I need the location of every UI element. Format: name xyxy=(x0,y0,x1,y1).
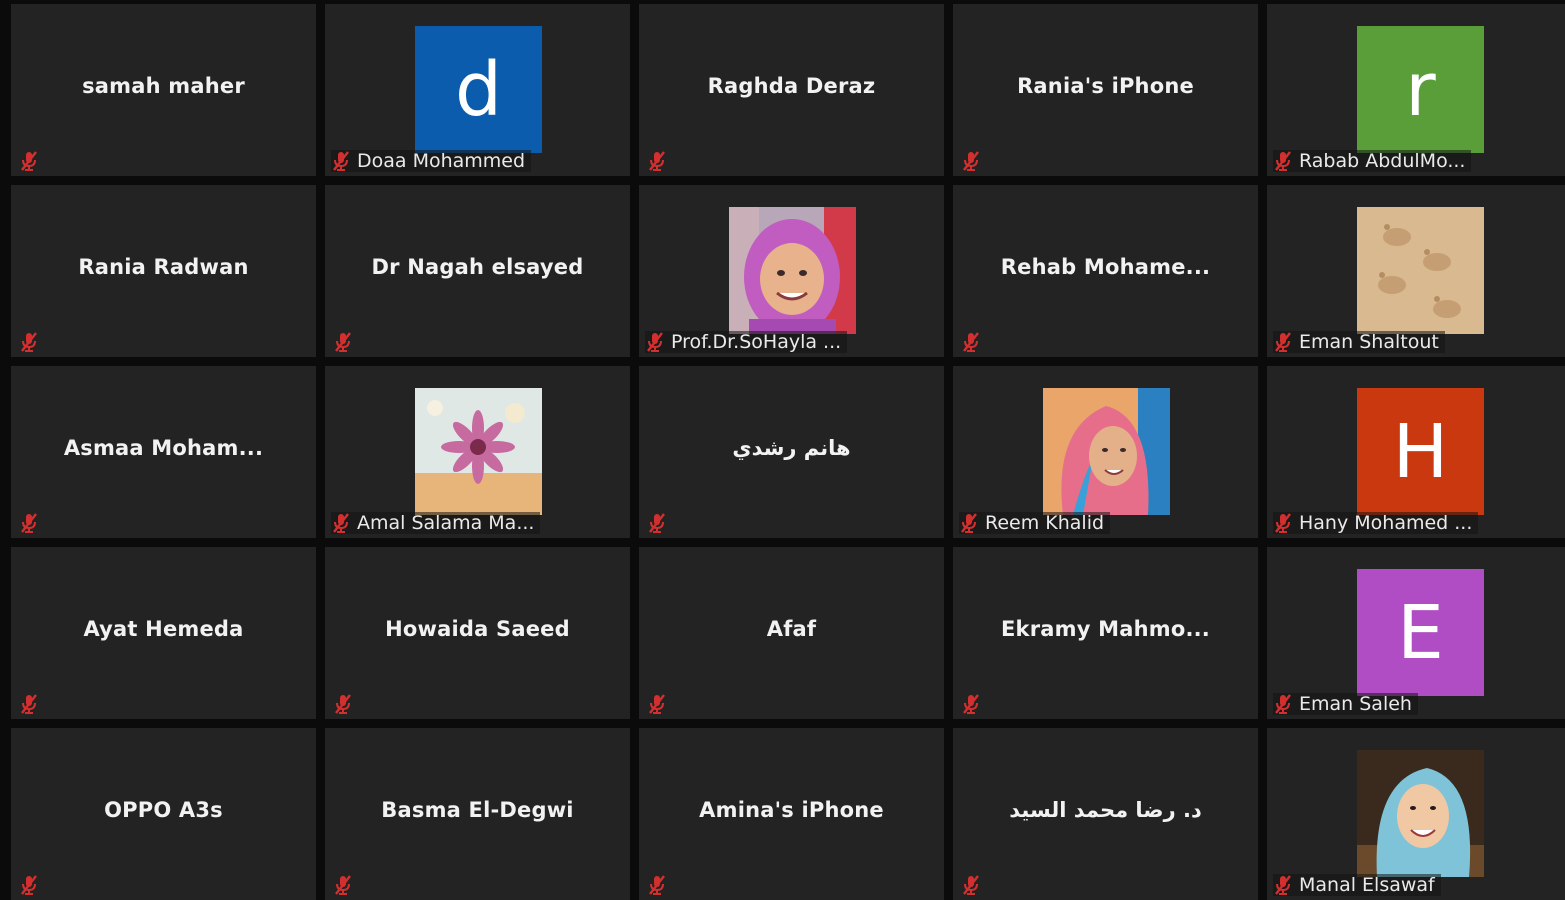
participant-tile[interactable]: Prof.Dr.SoHayla ... xyxy=(639,185,944,357)
avatar-photo xyxy=(1357,750,1484,877)
muted-mic-icon xyxy=(961,874,981,896)
participant-name: Rania's iPhone xyxy=(1017,74,1194,98)
participant-label: Eman Shaltout xyxy=(1273,331,1445,353)
muted-mic-icon xyxy=(19,512,39,534)
participant-tile[interactable]: Rehab Mohame... xyxy=(953,185,1258,357)
muted-mic-icon xyxy=(1273,874,1293,896)
participant-label: Prof.Dr.SoHayla ... xyxy=(645,331,848,353)
participant-tile[interactable]: r Rabab AbdulMo... xyxy=(1267,4,1565,176)
participant-label: Hany Mohamed ... xyxy=(1273,512,1479,534)
participant-name: Prof.Dr.SoHayla ... xyxy=(671,331,842,353)
participant-name: Ayat Hemeda xyxy=(83,617,244,641)
participant-name: Basma El-Degwi xyxy=(381,798,574,822)
participant-label: Amal Salama Ma... xyxy=(331,512,541,534)
participant-tile[interactable]: Ekramy Mahmo... xyxy=(953,547,1258,719)
participant-tile[interactable]: Rania's iPhone xyxy=(953,4,1258,176)
participant-tile[interactable]: E Eman Saleh xyxy=(1267,547,1565,719)
participant-name: OPPO A3s xyxy=(104,798,223,822)
participant-label: Rabab AbdulMo... xyxy=(1273,150,1472,172)
participant-tile[interactable]: Raghda Deraz xyxy=(639,4,944,176)
participant-tile[interactable]: د. رضا محمد السيد xyxy=(953,728,1258,900)
muted-mic-icon xyxy=(959,512,979,534)
muted-mic-icon xyxy=(331,512,351,534)
muted-mic-icon xyxy=(1273,693,1293,715)
participant-name: Rabab AbdulMo... xyxy=(1299,150,1466,172)
muted-mic-icon xyxy=(961,693,981,715)
participant-name: Raghda Deraz xyxy=(707,74,876,98)
participant-tile[interactable]: Basma El-Degwi xyxy=(325,728,630,900)
participant-name: Rehab Mohame... xyxy=(1000,255,1211,279)
muted-mic-icon xyxy=(333,693,353,715)
participant-tile[interactable]: Amina's iPhone xyxy=(639,728,944,900)
muted-mic-icon xyxy=(961,331,981,353)
muted-mic-icon xyxy=(1273,150,1293,172)
participant-tile[interactable]: d Doaa Mohammed xyxy=(325,4,630,176)
participant-tile[interactable]: Manal Elsawaf xyxy=(1267,728,1565,900)
participant-name: Manal Elsawaf xyxy=(1299,874,1435,896)
video-gallery: samah maher d Doaa Mohammed Raghda Deraz… xyxy=(0,0,1565,900)
avatar-photo xyxy=(729,207,856,334)
muted-mic-icon xyxy=(647,150,667,172)
avatar: r xyxy=(1357,26,1484,153)
participant-name: Amal Salama Ma... xyxy=(357,512,535,534)
muted-mic-icon xyxy=(333,874,353,896)
participant-tile[interactable]: Asmaa Moham... xyxy=(11,366,316,538)
participant-name: د. رضا محمد السيد xyxy=(1009,798,1202,822)
muted-mic-icon xyxy=(19,150,39,172)
muted-mic-icon xyxy=(19,331,39,353)
avatar-photo xyxy=(415,388,542,515)
participant-name: Ekramy Mahmo... xyxy=(1001,617,1210,641)
participant-name: Amina's iPhone xyxy=(699,798,884,822)
participant-tile[interactable]: OPPO A3s xyxy=(11,728,316,900)
participant-name: Hany Mohamed ... xyxy=(1299,512,1473,534)
participant-label: Eman Saleh xyxy=(1273,693,1418,715)
avatar: H xyxy=(1357,388,1484,515)
avatar: d xyxy=(415,26,542,153)
participant-name: Reem Khalid xyxy=(985,512,1105,534)
participant-tile[interactable]: Howaida Saeed xyxy=(325,547,630,719)
participant-tile[interactable]: هانم رشدي xyxy=(639,366,944,538)
participant-tile[interactable]: Rania Radwan xyxy=(11,185,316,357)
participant-tile[interactable]: Amal Salama Ma... xyxy=(325,366,630,538)
participant-name: Asmaa Moham... xyxy=(63,436,264,460)
participant-name: Eman Shaltout xyxy=(1299,331,1439,353)
muted-mic-icon xyxy=(333,331,353,353)
avatar-photo xyxy=(1357,207,1484,334)
participant-name: Eman Saleh xyxy=(1299,693,1412,715)
participant-tile[interactable]: Dr Nagah elsayed xyxy=(325,185,630,357)
participant-name: هانم رشدي xyxy=(732,436,851,460)
participant-name: Dr Nagah elsayed xyxy=(371,255,584,279)
muted-mic-icon xyxy=(19,693,39,715)
participant-tile[interactable]: samah maher xyxy=(11,4,316,176)
muted-mic-icon xyxy=(645,331,665,353)
participant-label: Doaa Mohammed xyxy=(331,150,532,172)
avatar-photo xyxy=(1043,388,1170,515)
muted-mic-icon xyxy=(19,874,39,896)
participant-tile[interactable]: Ayat Hemeda xyxy=(11,547,316,719)
muted-mic-icon xyxy=(647,874,667,896)
muted-mic-icon xyxy=(961,150,981,172)
muted-mic-icon xyxy=(331,150,351,172)
participant-name: Howaida Saeed xyxy=(385,617,570,641)
participant-tile[interactable]: Eman Shaltout xyxy=(1267,185,1565,357)
muted-mic-icon xyxy=(1273,331,1293,353)
avatar: E xyxy=(1357,569,1484,696)
participant-tile[interactable]: H Hany Mohamed ... xyxy=(1267,366,1565,538)
participant-name: samah maher xyxy=(82,74,245,98)
participant-tile[interactable]: Afaf xyxy=(639,547,944,719)
muted-mic-icon xyxy=(647,693,667,715)
participant-label: Reem Khalid xyxy=(959,512,1111,534)
participant-label: Manal Elsawaf xyxy=(1273,874,1441,896)
muted-mic-icon xyxy=(1273,512,1293,534)
participant-name: Afaf xyxy=(766,617,817,641)
participant-tile[interactable]: Reem Khalid xyxy=(953,366,1258,538)
muted-mic-icon xyxy=(647,512,667,534)
participant-name: Doaa Mohammed xyxy=(357,150,526,172)
participant-name: Rania Radwan xyxy=(78,255,249,279)
